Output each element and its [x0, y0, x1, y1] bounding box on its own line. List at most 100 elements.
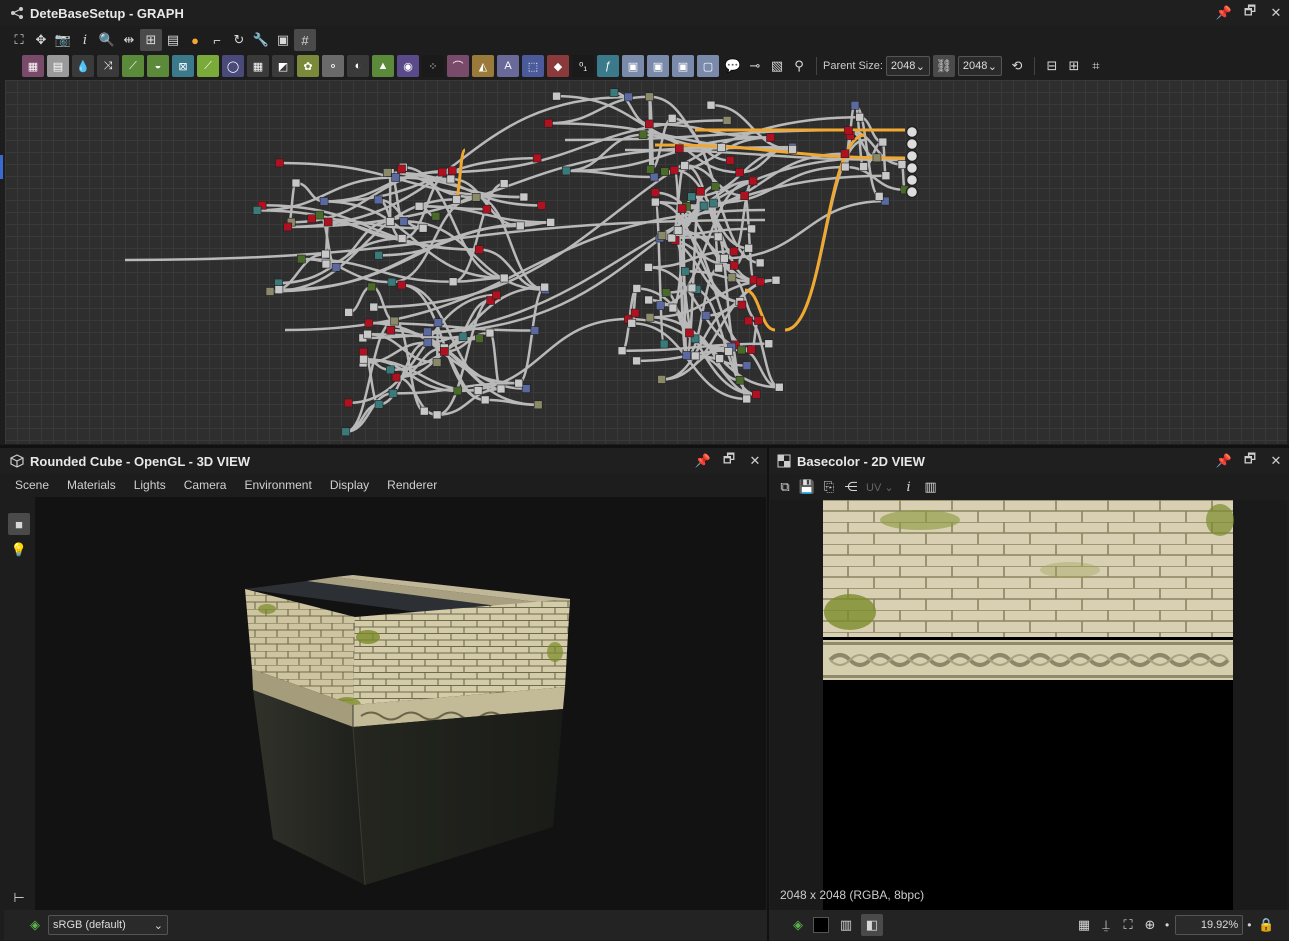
graph-node[interactable]: [367, 282, 377, 292]
wrench-icon[interactable]: 🔧: [250, 29, 272, 51]
graph-node[interactable]: [283, 222, 293, 232]
graph-node[interactable]: [850, 100, 860, 110]
graph-node[interactable]: [480, 395, 490, 405]
graph-share-icon[interactable]: ⋲: [840, 476, 862, 498]
graph-node[interactable]: [546, 218, 555, 227]
grid-snap-icon[interactable]: #: [294, 29, 316, 51]
graph-node[interactable]: [252, 206, 262, 215]
transform-icon[interactable]: ⬚: [522, 55, 544, 77]
align-icon[interactable]: ⇹: [118, 29, 140, 51]
warp-icon[interactable]: ⊠: [172, 55, 194, 77]
graph-node[interactable]: [431, 211, 441, 221]
graph-node[interactable]: [499, 179, 509, 188]
maximize-icon[interactable]: 🗗: [1243, 2, 1257, 24]
layout-icon[interactable]: ⊞: [140, 29, 162, 51]
search-icon[interactable]: 🔍: [96, 29, 118, 51]
graph-node[interactable]: [696, 187, 705, 196]
graph-node[interactable]: [881, 171, 891, 181]
graph-node[interactable]: [624, 92, 633, 102]
graph-node[interactable]: [533, 400, 543, 410]
graph-node[interactable]: [755, 258, 765, 268]
output-node[interactable]: [905, 185, 919, 199]
graph-node[interactable]: [748, 176, 758, 186]
graph-node[interactable]: [710, 182, 720, 191]
pixel-processor-icon[interactable]: ⁰₁: [572, 55, 594, 77]
shuffle-icon[interactable]: ⚬: [322, 55, 344, 77]
graph-node[interactable]: [737, 300, 747, 310]
link-straight-icon[interactable]: ⌐: [206, 29, 228, 51]
graph-node[interactable]: [840, 162, 850, 172]
menu-renderer[interactable]: Renderer: [378, 478, 446, 492]
graph-node[interactable]: [649, 172, 659, 182]
noise-icon[interactable]: ⁘: [422, 55, 444, 77]
graph-node[interactable]: [471, 193, 481, 202]
pin-icon[interactable]: 📌: [1216, 5, 1232, 21]
graph-node[interactable]: [715, 354, 724, 363]
graph-node[interactable]: [651, 197, 660, 207]
output-node[interactable]: [905, 149, 919, 163]
graph-node[interactable]: [419, 406, 429, 416]
blur-icon[interactable]: ◯: [222, 55, 244, 77]
graph-node[interactable]: [764, 339, 774, 349]
graph-node[interactable]: [331, 263, 341, 272]
graph-node[interactable]: [655, 301, 665, 310]
graph-node[interactable]: [386, 365, 395, 375]
graph-node[interactable]: [735, 375, 745, 385]
zoom-field[interactable]: 19.92%: [1175, 915, 1244, 935]
graph-node[interactable]: [482, 204, 492, 214]
graph-node[interactable]: [369, 302, 379, 312]
scene-tree-icon[interactable]: ⊢: [8, 887, 30, 909]
menu-materials[interactable]: Materials: [58, 478, 125, 492]
graph-node[interactable]: [771, 275, 781, 285]
graph-node[interactable]: [323, 217, 333, 227]
graph-node[interactable]: [724, 347, 733, 356]
graph-node[interactable]: [744, 316, 753, 326]
link-size-icon[interactable]: ⛓: [932, 55, 955, 77]
graph-node[interactable]: [474, 245, 484, 254]
lock-icon[interactable]: 🔒: [1255, 914, 1277, 936]
camera-icon[interactable]: 📷: [52, 29, 74, 51]
graph-node[interactable]: [646, 165, 655, 174]
menu-environment[interactable]: Environment: [235, 478, 320, 492]
graph-node[interactable]: [788, 144, 797, 154]
graph-node[interactable]: [660, 167, 669, 176]
crop-icon[interactable]: ⌗: [1085, 55, 1107, 77]
uv-select[interactable]: UV ⌄: [866, 481, 894, 494]
graph-node[interactable]: [319, 197, 329, 206]
graph-node[interactable]: [632, 284, 642, 293]
graph-node[interactable]: [673, 226, 683, 235]
view2d-viewport[interactable]: 2048 x 2048 (RGBA, 8bpc): [770, 500, 1287, 910]
fit-icon[interactable]: ⛶: [1117, 914, 1139, 936]
graph-node[interactable]: [423, 338, 433, 347]
graph-node[interactable]: [661, 288, 671, 297]
graph-node[interactable]: [754, 316, 763, 325]
graph-link[interactable]: [518, 285, 546, 385]
graph-link[interactable]: [743, 194, 756, 282]
graph-node[interactable]: [609, 88, 619, 97]
view3d-viewport[interactable]: [35, 497, 766, 910]
graph-node[interactable]: [638, 130, 648, 140]
export-icon[interactable]: ⧉: [774, 476, 796, 498]
input-gray-icon[interactable]: ▣: [647, 55, 669, 77]
channels-icon[interactable]: ◧: [861, 914, 883, 936]
comment-icon[interactable]: 💬: [722, 55, 744, 77]
svg-node-icon[interactable]: ▤: [47, 55, 69, 77]
hsl-icon[interactable]: ✿: [297, 55, 319, 77]
output-icon[interactable]: ▢: [697, 55, 719, 77]
color-wheel-icon[interactable]: ◉: [397, 55, 419, 77]
graph-node[interactable]: [291, 178, 301, 188]
graph-node[interactable]: [859, 162, 868, 171]
graph-node[interactable]: [446, 174, 456, 184]
graph-node[interactable]: [709, 198, 718, 208]
graph-node[interactable]: [645, 313, 655, 322]
graph-node[interactable]: [374, 251, 383, 260]
black-swatch[interactable]: [813, 917, 829, 933]
graph-node[interactable]: [840, 149, 850, 159]
graph-node[interactable]: [677, 204, 687, 213]
zoom-out-icon[interactable]: •: [1165, 918, 1169, 932]
graph-node[interactable]: [485, 328, 495, 338]
text-icon[interactable]: A: [497, 55, 519, 77]
fill-icon[interactable]: ◆: [547, 55, 569, 77]
graph-node[interactable]: [499, 273, 509, 283]
graph-node[interactable]: [321, 259, 331, 269]
